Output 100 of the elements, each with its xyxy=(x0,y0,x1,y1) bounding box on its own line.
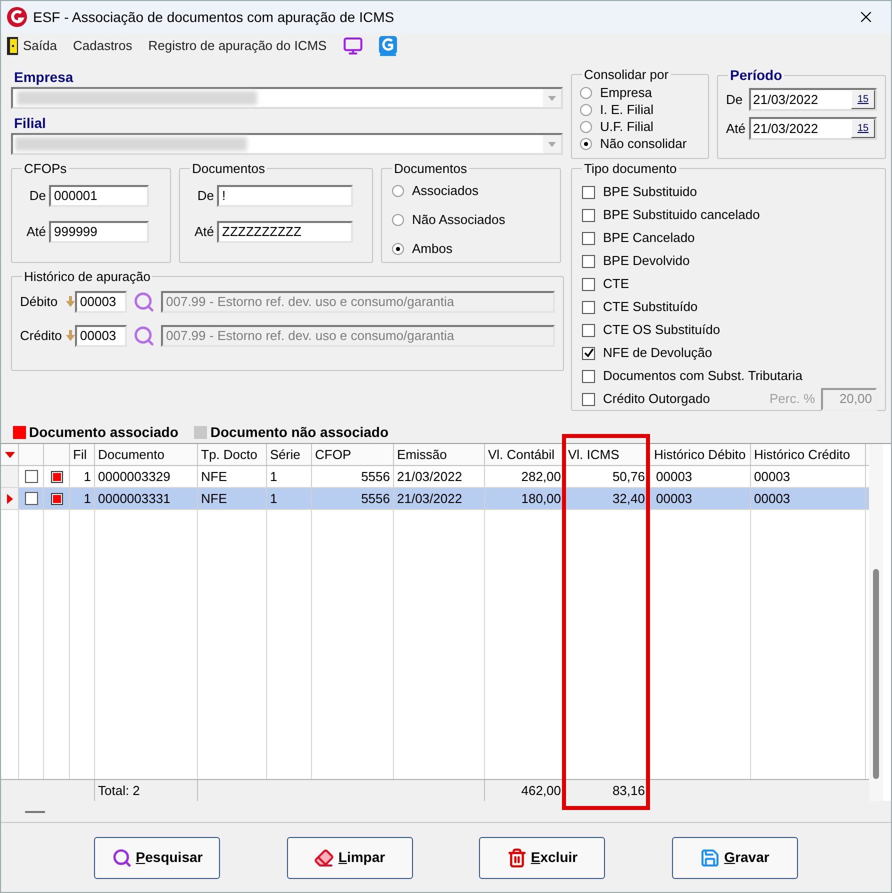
description-field[interactable]: 007.99 - Estorno ref. dev. uso e consumo/garantia xyxy=(161,324,555,346)
table-cell: 1 xyxy=(267,488,312,509)
column-header[interactable]: Fil xyxy=(70,444,95,465)
input-field[interactable]: ! xyxy=(217,184,353,206)
calendar-button[interactable]: 15 xyxy=(851,90,875,109)
splitter-handle[interactable] xyxy=(25,810,45,812)
table-cell: 1 xyxy=(267,466,312,487)
checkbox[interactable] xyxy=(582,346,595,360)
field-label: Crédito xyxy=(20,326,63,345)
table-cell: NFE xyxy=(198,466,267,487)
date-field[interactable]: 21/03/2022 15 xyxy=(749,117,877,140)
table-cell: 21/03/2022 xyxy=(394,488,485,509)
action-button[interactable]: Limpar xyxy=(286,836,413,878)
column-header[interactable]: Série xyxy=(267,444,312,465)
sort-arrow-icon[interactable] xyxy=(4,452,14,458)
table-row[interactable]: 1 0000003329 NFE 1 5556 21/03/2022 282,00 50,76 00003 00003 xyxy=(1,466,869,488)
row-checkbox[interactable] xyxy=(24,492,38,505)
column-header[interactable]: Documento xyxy=(95,444,198,465)
action-button[interactable]: Gravar xyxy=(672,836,798,878)
legend-label: Documento associado xyxy=(29,422,178,442)
scrollbar[interactable] xyxy=(869,444,883,801)
app-logo-icon xyxy=(7,7,27,27)
table-row[interactable]: 1 0000003331 NFE 1 5556 21/03/2022 180,00 32,40 00003 00003 xyxy=(1,488,869,510)
checkbox[interactable] xyxy=(582,278,595,290)
checkbox[interactable] xyxy=(582,232,595,244)
column-header[interactable]: Histórico Débito xyxy=(649,444,751,465)
column-header[interactable]: CFOP xyxy=(312,444,394,465)
radio-button[interactable] xyxy=(392,214,404,226)
menu-item[interactable]: Cadastros xyxy=(72,36,132,56)
company-dropdown[interactable] xyxy=(11,87,563,109)
field-label: Até xyxy=(726,120,746,138)
date-field[interactable]: 21/03/2022 15 xyxy=(749,88,877,111)
down-arrow-icon xyxy=(66,296,75,307)
down-arrow-icon xyxy=(66,330,75,341)
date-value: 21/03/2022 xyxy=(753,90,818,109)
checkbox[interactable] xyxy=(582,392,595,406)
checkbox[interactable] xyxy=(582,186,595,198)
menu-item[interactable]: Registro de apuração do ICMS xyxy=(148,36,327,56)
checkbox[interactable] xyxy=(582,370,595,382)
column-header[interactable]: Histórico Crédito xyxy=(751,444,866,465)
group-title: Histórico de apuração xyxy=(23,268,152,286)
action-button[interactable]: Pesquisar xyxy=(94,836,220,878)
table-cell: 1 xyxy=(70,488,95,509)
table-cell: 00003 xyxy=(751,466,866,487)
table-cell: 282,00 xyxy=(485,466,565,487)
trash-icon xyxy=(506,848,527,868)
table-cell: 21/03/2022 xyxy=(394,466,485,487)
field-label: De xyxy=(726,90,744,109)
column-header[interactable]: Tp. Docto xyxy=(198,444,267,465)
menu-item[interactable]: Saída xyxy=(7,36,57,56)
table-cell: 32,40 xyxy=(565,488,649,509)
search-icon[interactable] xyxy=(133,290,155,312)
row-checkbox[interactable] xyxy=(24,470,38,483)
radio-label: Associados xyxy=(412,182,478,200)
checkbox-label: BPE Substituido cancelado xyxy=(603,206,760,224)
checkbox[interactable] xyxy=(582,254,595,268)
checkbox-label: Crédito Outorgado xyxy=(603,390,710,408)
input-field[interactable]: ZZZZZZZZZZ xyxy=(217,220,353,242)
checkbox-label: CTE Substituído xyxy=(603,298,698,316)
checkbox[interactable] xyxy=(582,324,595,336)
search-icon[interactable] xyxy=(133,324,155,346)
total-count: Total: 2 xyxy=(95,780,198,801)
field-label: De xyxy=(196,186,214,205)
code-field[interactable]: 00003 xyxy=(75,324,127,346)
code-field[interactable]: 00003 xyxy=(75,290,127,312)
radio-label: Não Associados xyxy=(412,211,506,230)
input-field[interactable]: 999999 xyxy=(49,220,149,242)
column-header[interactable]: Vl. Contábil xyxy=(485,444,565,465)
monitor-icon[interactable] xyxy=(342,36,363,56)
checkbox-label: CTE OS Substituído xyxy=(603,321,720,340)
action-button[interactable]: Excluir xyxy=(479,836,606,878)
radio-button[interactable] xyxy=(580,138,592,150)
total-cell: 462,00 xyxy=(485,780,565,801)
table-cell: 180,00 xyxy=(485,488,565,509)
description-field[interactable]: 007.99 - Estorno ref. dev. uso e consumo/garantia xyxy=(161,290,555,312)
table-cell: 00003 xyxy=(649,466,751,487)
input-field[interactable]: 000001 xyxy=(49,184,149,206)
radio-button[interactable] xyxy=(392,185,404,197)
column-header[interactable]: Emissão xyxy=(394,444,485,465)
radio-button[interactable] xyxy=(580,87,592,99)
table-cell: 5556 xyxy=(312,488,394,509)
table-cell: 0000003331 xyxy=(95,488,198,509)
group-title: Período xyxy=(729,66,784,85)
checkbox-label: BPE Cancelado xyxy=(603,229,695,248)
app-logo-icon[interactable] xyxy=(378,36,397,56)
total-cell: 83,16 xyxy=(565,780,649,801)
calendar-button[interactable]: 15 xyxy=(851,119,875,138)
branch-dropdown[interactable] xyxy=(11,133,563,155)
column-header[interactable]: Vl. ICMS xyxy=(565,444,649,465)
radio-button[interactable] xyxy=(580,121,592,133)
eraser-icon xyxy=(314,848,334,868)
checkbox[interactable] xyxy=(582,208,595,222)
radio-button[interactable] xyxy=(392,243,404,255)
radio-button[interactable] xyxy=(580,104,592,116)
checkbox[interactable] xyxy=(582,300,595,314)
group-title: Tipo documento xyxy=(583,160,678,178)
field-label: Perc. % xyxy=(769,390,815,408)
checkbox-label: CTE xyxy=(603,275,629,294)
table-cell: 50,76 xyxy=(565,466,649,487)
field-label: Empresa xyxy=(14,69,74,85)
